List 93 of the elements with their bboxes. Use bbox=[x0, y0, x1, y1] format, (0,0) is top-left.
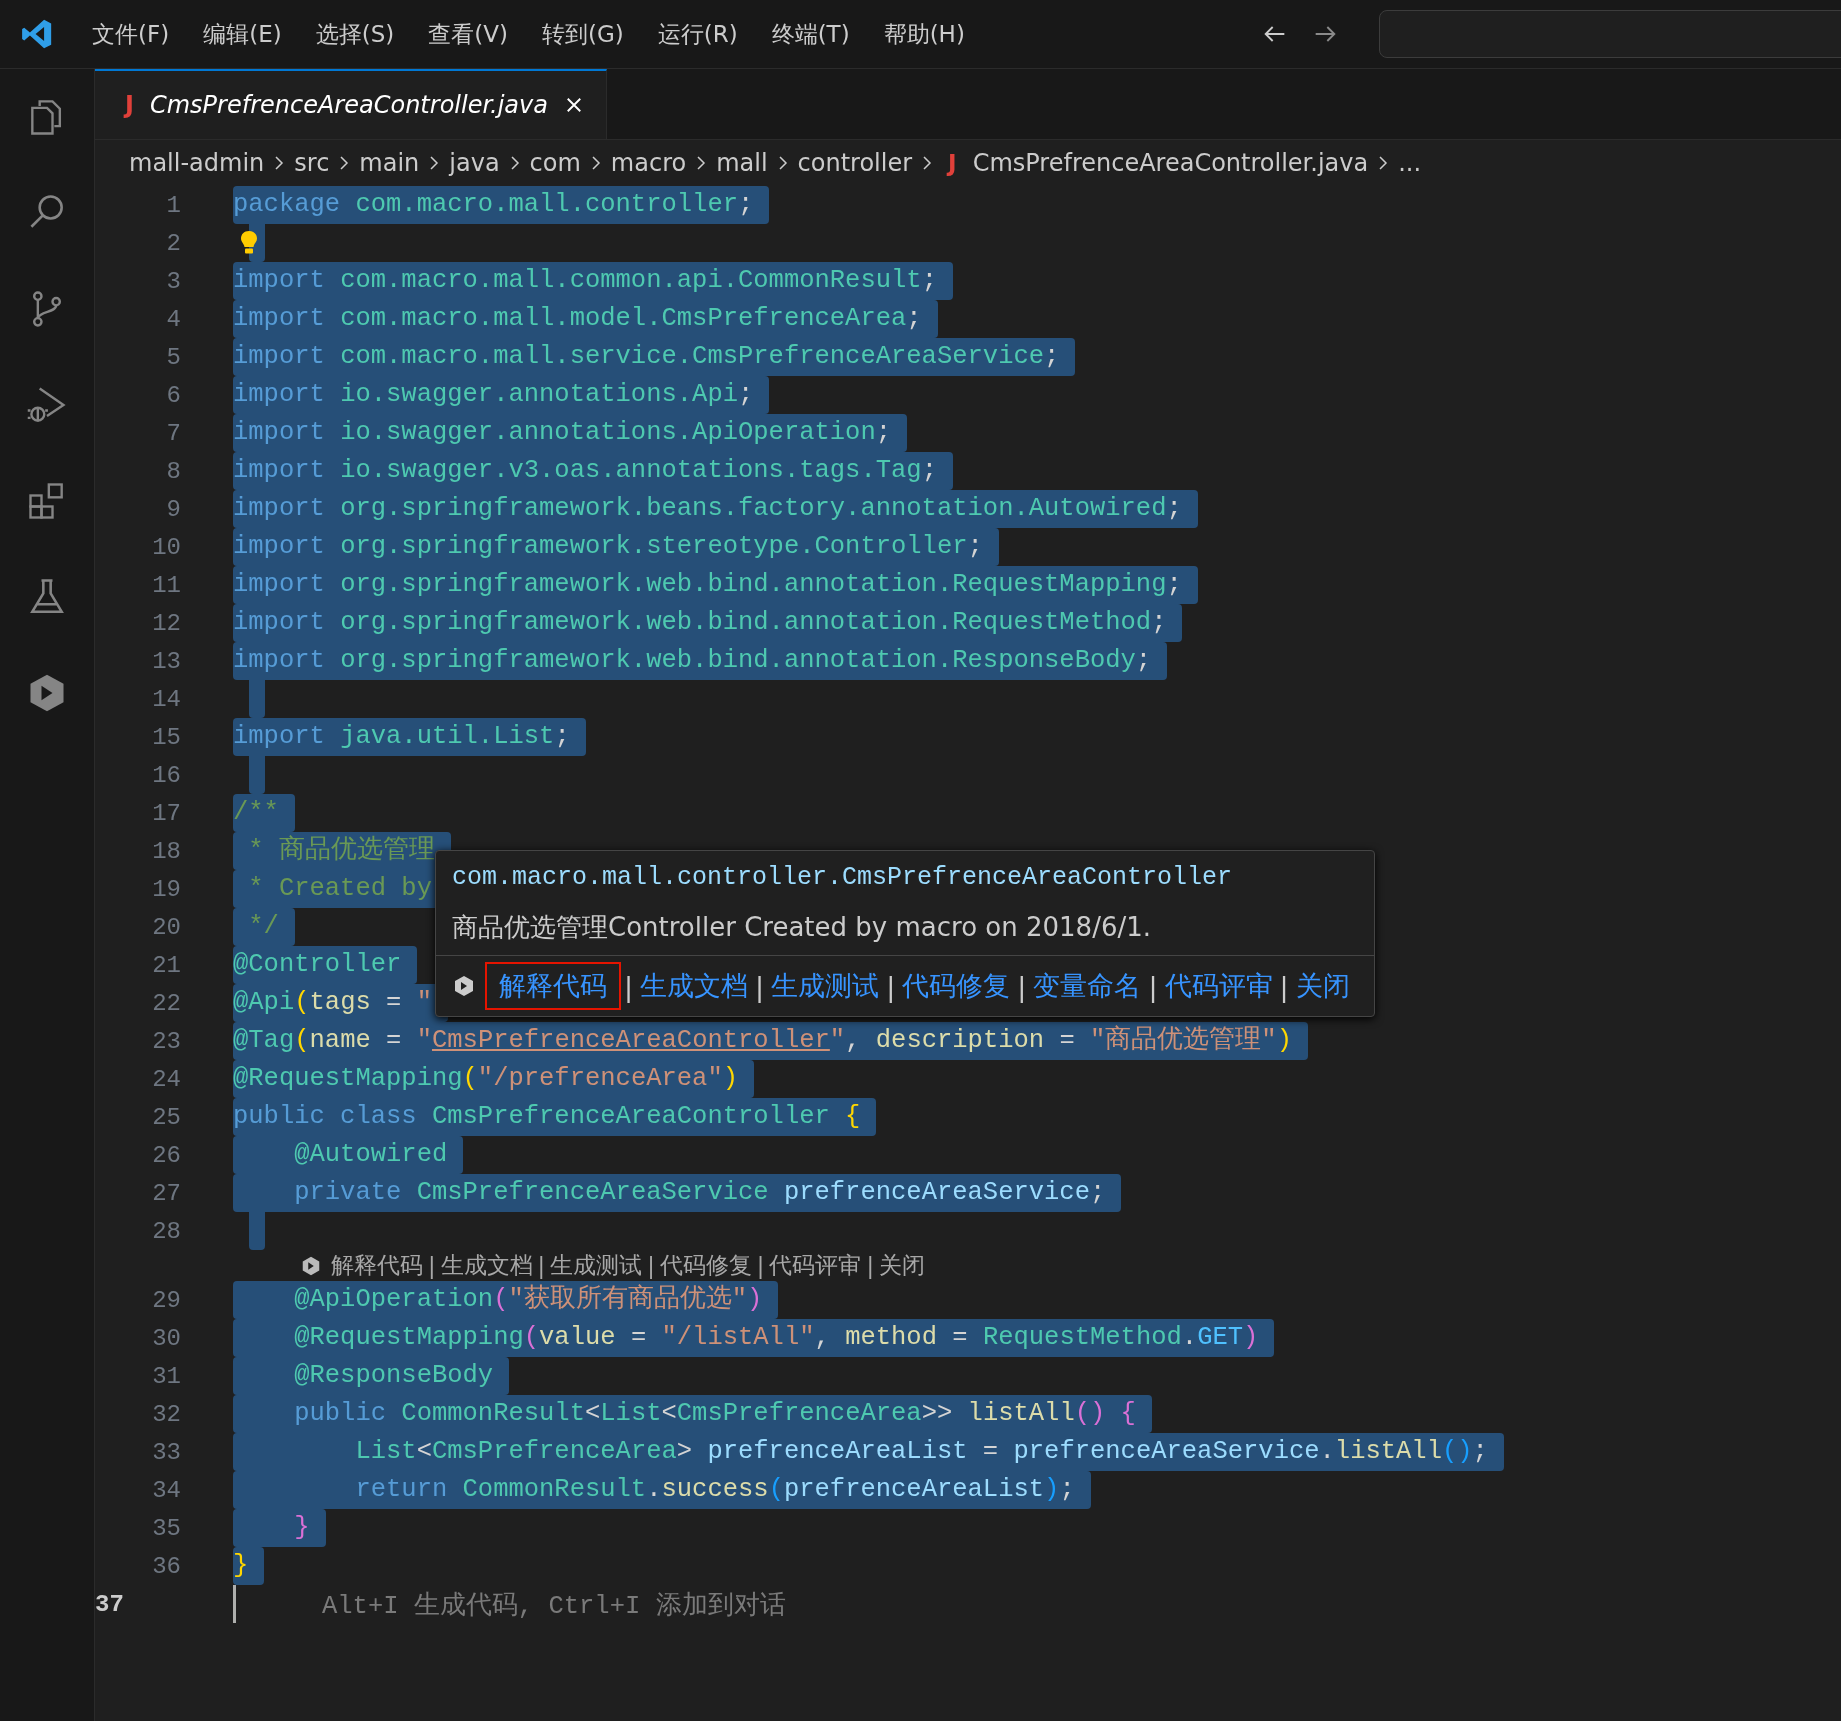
line-number: 22 bbox=[151, 989, 181, 1017]
lightbulb-icon[interactable] bbox=[239, 230, 259, 256]
editor-tab[interactable]: J CmsPrefrenceAreaController.java bbox=[95, 69, 607, 139]
line-number: 32 bbox=[151, 1400, 181, 1428]
breadcrumb-item[interactable]: mall-admin bbox=[129, 149, 265, 177]
popup-title: com.macro.mall.controller.CmsPrefrenceAreaController bbox=[451, 862, 1234, 894]
separator: | bbox=[756, 1252, 765, 1279]
popup-action-link[interactable]: 代码修复 bbox=[898, 962, 1015, 1010]
codelens-link[interactable]: 生成文档 bbox=[440, 1250, 533, 1281]
java-file-icon: J bbox=[125, 91, 134, 119]
menu-item[interactable]: 转到(G) bbox=[531, 14, 634, 54]
popup-action-link[interactable]: 解释代码 bbox=[485, 962, 621, 1010]
codelens-link[interactable]: 代码修复 bbox=[659, 1250, 752, 1281]
line-number: 2 bbox=[165, 229, 181, 257]
breadcrumb-item[interactable]: com bbox=[529, 149, 581, 177]
line-number: 31 bbox=[151, 1362, 181, 1390]
line-number: 5 bbox=[165, 343, 181, 371]
codelens-link[interactable]: 解释代码 bbox=[331, 1250, 423, 1281]
line-number: 24 bbox=[151, 1065, 181, 1093]
line-number: 17 bbox=[151, 799, 181, 827]
breadcrumb-item[interactable]: CmsPrefrenceAreaController.java bbox=[972, 149, 1369, 177]
separator: | bbox=[1017, 970, 1027, 1002]
line-number: 25 bbox=[151, 1103, 181, 1131]
line-number: 1 bbox=[165, 191, 181, 219]
line-number: 28 bbox=[151, 1217, 181, 1245]
popup-action-link[interactable]: 变量命名 bbox=[1029, 962, 1146, 1010]
menu-item[interactable]: 帮助(H) bbox=[873, 14, 975, 54]
inline-hint: Alt+I 生成代码, Ctrl+I 添加到对话 bbox=[322, 1590, 786, 1622]
breadcrumb-item[interactable]: ... bbox=[1398, 149, 1422, 177]
breadcrumb-item[interactable]: src bbox=[294, 149, 330, 177]
line-number: 8 bbox=[165, 457, 181, 485]
separator: | bbox=[755, 970, 765, 1002]
popup-action-link[interactable]: 生成测试 bbox=[767, 962, 884, 1010]
line-number: 26 bbox=[151, 1141, 181, 1169]
line-number: 4 bbox=[165, 305, 181, 333]
editor-logo-icon bbox=[20, 17, 54, 51]
popup-action-link[interactable]: 生成文档 bbox=[636, 962, 753, 1010]
line-number: 15 bbox=[151, 723, 181, 751]
breadcrumb-item[interactable]: java bbox=[449, 149, 500, 177]
separator: | bbox=[1148, 970, 1158, 1002]
separator: | bbox=[537, 1252, 546, 1279]
line-number: 36 bbox=[151, 1552, 181, 1580]
hexagon-logo-icon bbox=[300, 1254, 322, 1277]
menu-item[interactable]: 查看(V) bbox=[418, 14, 518, 54]
line-number: 30 bbox=[151, 1324, 181, 1352]
line-number: 18 bbox=[151, 837, 181, 865]
menu-item[interactable]: 运行(R) bbox=[647, 14, 748, 54]
separator: | bbox=[647, 1252, 655, 1279]
line-number: 37 bbox=[95, 1590, 125, 1618]
close-icon[interactable] bbox=[564, 95, 584, 115]
breadcrumb-item[interactable]: macro bbox=[610, 149, 687, 177]
line-number: 29 bbox=[151, 1286, 181, 1314]
line-number: 33 bbox=[151, 1438, 181, 1466]
line-number: 27 bbox=[151, 1179, 181, 1207]
line-number: 9 bbox=[165, 495, 181, 523]
line-number: 14 bbox=[151, 685, 181, 713]
breadcrumb-item[interactable]: main bbox=[359, 149, 420, 177]
separator: | bbox=[886, 970, 896, 1002]
line-number: 20 bbox=[151, 913, 181, 941]
popup-action-link[interactable]: 关闭 bbox=[1291, 962, 1354, 1010]
menu-item[interactable]: 文件(F) bbox=[82, 14, 180, 54]
separator: | bbox=[866, 1252, 874, 1279]
line-number: 35 bbox=[151, 1514, 181, 1542]
line-number: 34 bbox=[151, 1476, 181, 1504]
line-number: 23 bbox=[151, 1027, 181, 1055]
line-number: 13 bbox=[151, 647, 181, 675]
line-number: 6 bbox=[165, 381, 181, 409]
line-number: 10 bbox=[151, 533, 181, 561]
popup-action-link[interactable]: 代码评审 bbox=[1160, 962, 1277, 1010]
menu-item[interactable]: 选择(S) bbox=[305, 14, 405, 54]
line-number: 11 bbox=[151, 571, 181, 599]
line-number: 3 bbox=[165, 267, 181, 295]
codelens-link[interactable]: 关闭 bbox=[878, 1250, 925, 1281]
menu-item[interactable]: 编辑(E) bbox=[193, 14, 292, 54]
text-cursor bbox=[233, 1585, 236, 1623]
breadcrumb-item[interactable]: controller bbox=[797, 149, 913, 177]
hexagon-logo-icon bbox=[452, 974, 476, 998]
separator: | bbox=[624, 970, 634, 1002]
popup-description: 商品优选管理Controller Created by macro on 2018/6/1. bbox=[436, 900, 1374, 956]
line-number: 21 bbox=[151, 951, 181, 979]
codelens-link[interactable]: 生成测试 bbox=[550, 1250, 643, 1281]
breadcrumb-item[interactable]: mall bbox=[716, 149, 768, 177]
separator: | bbox=[1279, 970, 1289, 1002]
line-number: 7 bbox=[165, 419, 181, 447]
search-field[interactable] bbox=[1379, 10, 1841, 58]
codelens-link[interactable]: 代码评审 bbox=[769, 1250, 862, 1281]
line-number: 16 bbox=[151, 761, 181, 789]
line-number: 12 bbox=[151, 609, 181, 637]
separator: | bbox=[428, 1252, 436, 1279]
tab-label: CmsPrefrenceAreaController.java bbox=[149, 91, 548, 119]
menu-item[interactable]: 终端(T) bbox=[761, 14, 860, 54]
line-number: 19 bbox=[151, 875, 181, 903]
java-file-icon: J bbox=[948, 150, 957, 176]
